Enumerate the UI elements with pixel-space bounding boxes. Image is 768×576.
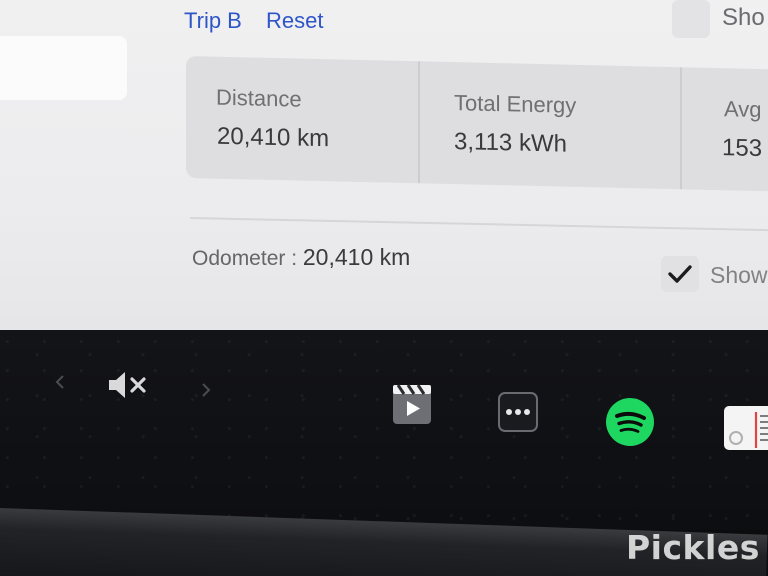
avg-label: Avg [724,96,762,123]
left-input-field[interactable] [0,36,127,100]
show-label: Show [710,262,768,288]
trip-b-link[interactable]: Trip B [184,8,242,33]
chevron-left-icon[interactable] [50,370,70,394]
section-divider [189,217,768,232]
volume-muted-icon[interactable] [104,368,152,402]
energy-value: 3,113 kWh [454,128,567,158]
reset-link[interactable]: Reset [266,8,323,33]
spotify-icon[interactable] [604,396,656,448]
app-dock [0,330,768,530]
energy-stat: Total Energy 3,113 kWh [418,61,682,190]
distance-stat: Distance 20,410 km [186,56,418,183]
photo-stage: Trip B Reset Sho Distance 20,410 km Tota… [0,0,768,576]
trip-header: Trip B Reset [184,8,341,34]
theater-icon[interactable] [388,380,436,428]
calendar-icon[interactable] [722,402,768,454]
pickles-watermark: Pickles [626,528,760,567]
show-label-top: Sho [722,4,765,31]
avg-value: 153 [722,134,763,163]
chevron-right-icon[interactable] [196,378,216,402]
show-checkbox[interactable] [661,256,699,292]
distance-value: 20,410 km [217,122,330,153]
more-apps-icon[interactable] [496,390,540,434]
energy-label: Total Energy [454,90,577,118]
odometer-row: Odometer : 20,410 km [192,244,410,271]
trip-screen: Trip B Reset Sho Distance 20,410 km Tota… [0,0,768,372]
odometer-value: 20,410 km [302,244,411,270]
odometer-label: Odometer : [192,247,298,270]
distance-label: Distance [216,84,302,112]
avg-stat: Avg 153 [680,67,768,192]
trip-stats-card: Distance 20,410 km Total Energy 3,113 kW… [186,56,768,192]
checkmark-icon [668,265,692,283]
show-checkbox-top[interactable] [672,0,710,38]
